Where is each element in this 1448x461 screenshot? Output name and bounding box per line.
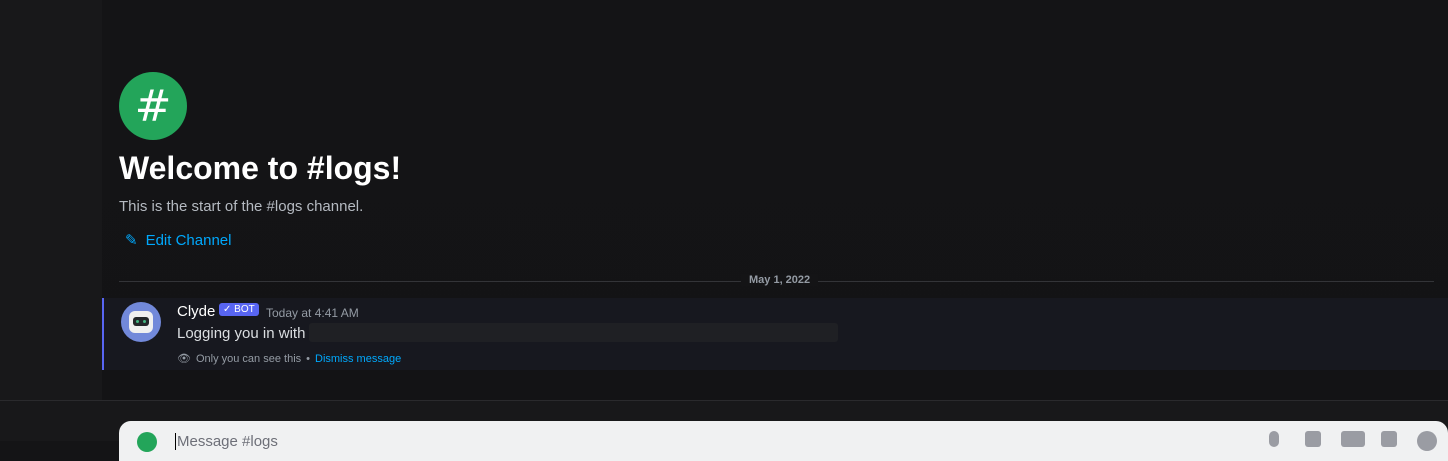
redacted-content <box>309 323 838 342</box>
welcome-title: Welcome to #logs! <box>119 150 402 186</box>
separator: • <box>306 352 310 365</box>
edit-channel-label: Edit Channel <box>145 231 232 249</box>
emoji-icon[interactable] <box>1417 431 1437 451</box>
author-name[interactable]: Clyde <box>177 303 215 320</box>
gift-icon[interactable] <box>1305 431 1321 447</box>
microphone-icon[interactable] <box>1269 431 1279 447</box>
edit-channel-button[interactable]: ✎ Edit Channel <box>125 231 232 250</box>
welcome-subtitle: This is the start of the #logs channel. <box>119 198 364 215</box>
sidebar <box>0 0 102 441</box>
message-text: Logging you in with <box>177 325 306 342</box>
timestamp: Today at 4:41 AM <box>266 306 359 320</box>
pencil-icon: ✎ <box>125 232 138 249</box>
message-input[interactable]: Message #logs <box>175 433 278 450</box>
avatar[interactable] <box>121 302 161 342</box>
gif-icon[interactable] <box>1341 431 1365 447</box>
channel-hash-icon: # <box>119 72 187 140</box>
dismiss-message-link[interactable]: Dismiss message <box>315 353 401 365</box>
message-composer[interactable]: Message #logs <box>119 421 1448 461</box>
sticker-icon[interactable] <box>1381 431 1397 447</box>
bot-badge: ✓ BOT <box>219 303 259 316</box>
eye-icon: 👁 <box>177 353 191 365</box>
ephemeral-note: Only you can see this <box>195 352 302 365</box>
add-attachment-icon[interactable] <box>137 432 157 452</box>
date-label: May 1, 2022 <box>741 274 819 286</box>
message: Clyde ✓ BOT Today at 4:41 AM Logging you… <box>102 298 1448 370</box>
